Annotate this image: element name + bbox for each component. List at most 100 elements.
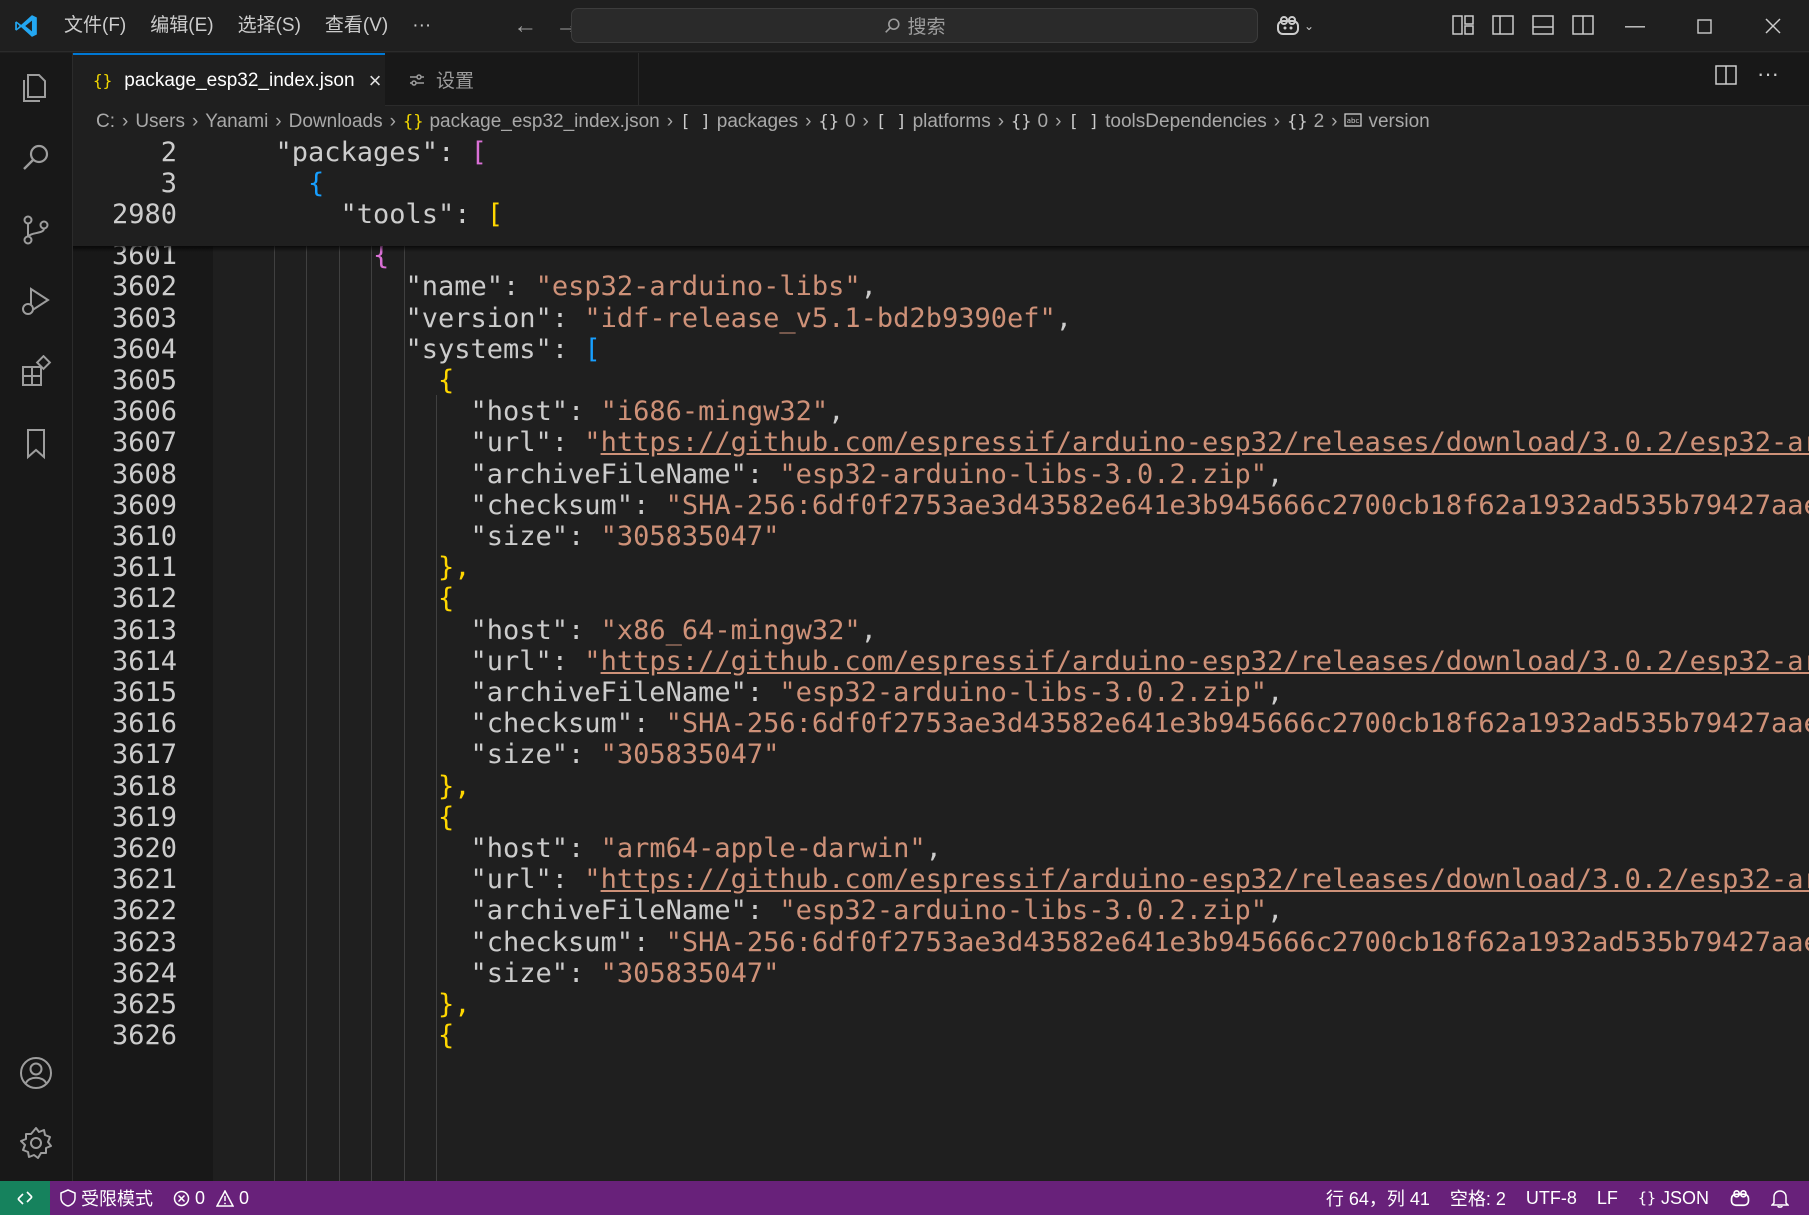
encoding[interactable]: UTF-8 bbox=[1516, 1181, 1587, 1215]
breadcrumb-item[interactable]: [ ] toolsDependencies bbox=[1068, 111, 1266, 133]
breadcrumb-label: platforms bbox=[912, 111, 991, 132]
breadcrumb-separator-icon: › bbox=[275, 111, 282, 132]
nav-arrows: ← → bbox=[513, 12, 579, 40]
code-token: "name" bbox=[405, 271, 504, 303]
line-text: "tools": [ bbox=[341, 197, 504, 233]
indentation[interactable]: 空格: 2 bbox=[1440, 1181, 1516, 1215]
restricted-mode-label: 受限模式 bbox=[81, 1189, 153, 1209]
extensions-icon[interactable] bbox=[16, 352, 56, 392]
code-token: "305835047" bbox=[600, 739, 780, 771]
breadcrumb-item[interactable]: Downloads bbox=[289, 111, 383, 133]
close-icon[interactable]: × bbox=[369, 68, 382, 94]
code-token: { bbox=[438, 365, 455, 396]
code-token: [ bbox=[584, 333, 601, 365]
search-icon[interactable] bbox=[16, 138, 56, 178]
tab-settings[interactable]: 设置 bbox=[386, 53, 639, 106]
toggle-secondary-sidebar-icon[interactable] bbox=[1570, 12, 1596, 38]
breadcrumb-item[interactable]: [ ] platforms bbox=[876, 111, 991, 133]
code-token: : bbox=[551, 427, 585, 459]
maximize-icon[interactable] bbox=[1670, 0, 1738, 52]
code-token: [ bbox=[486, 199, 504, 230]
gear-icon[interactable] bbox=[16, 1123, 56, 1163]
copilot-icon bbox=[1277, 16, 1299, 35]
code-token: "esp32-arduino-libs-3.0.2.zip" bbox=[779, 458, 1268, 490]
command-center-search[interactable]: 搜索 bbox=[571, 8, 1258, 43]
code-token: , bbox=[1267, 458, 1284, 490]
run-debug-icon[interactable] bbox=[16, 281, 56, 321]
code-token: "url" bbox=[470, 864, 552, 896]
code-token: "systems" bbox=[405, 333, 552, 365]
activity-bar bbox=[0, 53, 73, 1181]
menu-view[interactable]: 查看(V) bbox=[313, 0, 400, 52]
breadcrumb-separator-icon: › bbox=[122, 111, 129, 132]
breadcrumb-separator-icon: › bbox=[666, 111, 674, 132]
breadcrumb-label: 0 bbox=[844, 111, 856, 132]
bookmark-icon[interactable] bbox=[16, 423, 56, 463]
menu-selection[interactable]: 选择(S) bbox=[226, 0, 313, 52]
copilot-status[interactable] bbox=[1719, 1181, 1761, 1215]
menu-edit[interactable]: 编辑(E) bbox=[138, 0, 225, 52]
editor-actions: ··· bbox=[1715, 63, 1779, 91]
code-token: : bbox=[633, 489, 666, 521]
toggle-panel-icon[interactable] bbox=[1530, 12, 1556, 38]
object-symbol-icon: {} bbox=[402, 112, 424, 132]
code-editor[interactable]: 3600},3601{3602"name": "esp32-arduino-li… bbox=[73, 138, 1809, 1181]
copilot-button[interactable]: ⌄ bbox=[1275, 12, 1323, 40]
breadcrumb-label: 2 bbox=[1313, 111, 1325, 132]
end-of-line[interactable]: LF bbox=[1587, 1181, 1628, 1215]
problems-indicator[interactable]: 0 0 bbox=[163, 1181, 259, 1215]
remote-indicator[interactable] bbox=[0, 1181, 50, 1215]
sticky-scroll[interactable]: 2 "packages": [3{2980 "tools": [ bbox=[73, 138, 1809, 246]
toggle-primary-sidebar-icon[interactable] bbox=[1490, 12, 1516, 38]
breadcrumb-item[interactable]: abc version bbox=[1344, 111, 1430, 133]
breadcrumb-item[interactable]: {} 0 bbox=[1011, 111, 1048, 133]
accounts-icon[interactable] bbox=[16, 1053, 56, 1093]
code-token: "archiveFileName" bbox=[470, 458, 747, 490]
url-link[interactable]: https://github.com/espressif/arduino-esp… bbox=[601, 646, 1809, 677]
explorer-icon[interactable] bbox=[16, 68, 56, 108]
breadcrumb-item[interactable]: [ ] packages bbox=[680, 111, 798, 133]
json-braces-icon: {} bbox=[1637, 1189, 1656, 1207]
code-token: "checksum" bbox=[470, 489, 634, 521]
source-control-icon[interactable] bbox=[16, 210, 56, 250]
menu-more[interactable]: ··· bbox=[400, 0, 443, 52]
cursor-position[interactable]: 行 64，列 41 bbox=[1316, 1181, 1440, 1215]
customize-layout-icon[interactable] bbox=[1450, 12, 1476, 38]
line-text: { bbox=[438, 1018, 454, 1054]
minimize-icon[interactable]: — bbox=[1601, 0, 1669, 52]
code-token: "esp32-arduino-libs-3.0.2.zip" bbox=[779, 895, 1268, 927]
language-mode[interactable]: {} JSON bbox=[1628, 1181, 1719, 1215]
close-window-icon[interactable] bbox=[1739, 0, 1807, 52]
breadcrumb-item[interactable]: {} package_esp32_index.json bbox=[403, 111, 660, 133]
breadcrumb-item[interactable]: Yanami bbox=[205, 111, 268, 133]
code-token: : bbox=[551, 302, 585, 334]
sticky-line[interactable]: 2980 "tools": [ bbox=[73, 197, 1809, 233]
notifications[interactable] bbox=[1761, 1181, 1799, 1215]
code-token: "SHA-256:6df0f2753ae3d43582e641e3b945666… bbox=[665, 708, 1809, 740]
code-token: }, bbox=[438, 989, 471, 1020]
more-actions-icon[interactable]: ··· bbox=[1757, 63, 1779, 91]
back-arrow-icon[interactable]: ← bbox=[513, 12, 537, 40]
url-link[interactable]: https://github.com/espressif/arduino-esp… bbox=[601, 427, 1809, 458]
restricted-mode[interactable]: 受限模式 bbox=[50, 1181, 163, 1215]
breadcrumb-item[interactable]: {} 2 bbox=[1287, 111, 1324, 133]
breadcrumb-item[interactable]: Users bbox=[135, 111, 185, 133]
split-editor-icon[interactable] bbox=[1715, 65, 1737, 91]
tab-label: 设置 bbox=[436, 71, 475, 92]
code-token: : bbox=[551, 333, 585, 365]
status-bar: 受限模式 0 0 行 64，列 41 空格: 2 UTF-8 LF {} JSO… bbox=[0, 1181, 1809, 1215]
code-token: "url" bbox=[470, 427, 552, 459]
object-symbol-icon: {} bbox=[818, 112, 839, 132]
breadcrumb-separator-icon: › bbox=[191, 111, 199, 132]
status-right: 行 64，列 41 空格: 2 UTF-8 LF {} JSON bbox=[1316, 1181, 1799, 1215]
breadcrumb-separator-icon: › bbox=[1273, 111, 1281, 132]
title-bar: 文件(F) 编辑(E) 选择(S) 查看(V) ··· ← → 搜索 ⌄ — bbox=[0, 0, 1809, 52]
copilot-icon bbox=[1730, 1189, 1750, 1206]
breadcrumb-item[interactable]: {} 0 bbox=[818, 111, 855, 133]
editor-tab-bar: {} package_esp32_index.json × 设置 ··· bbox=[73, 53, 1809, 106]
tab-package-esp32-index[interactable]: {} package_esp32_index.json × bbox=[73, 53, 385, 106]
menu-file[interactable]: 文件(F) bbox=[52, 0, 138, 52]
breadcrumb-item[interactable]: C: bbox=[96, 111, 115, 133]
url-link[interactable]: https://github.com/espressif/arduino-esp… bbox=[601, 864, 1809, 895]
code-token: " bbox=[584, 864, 601, 896]
